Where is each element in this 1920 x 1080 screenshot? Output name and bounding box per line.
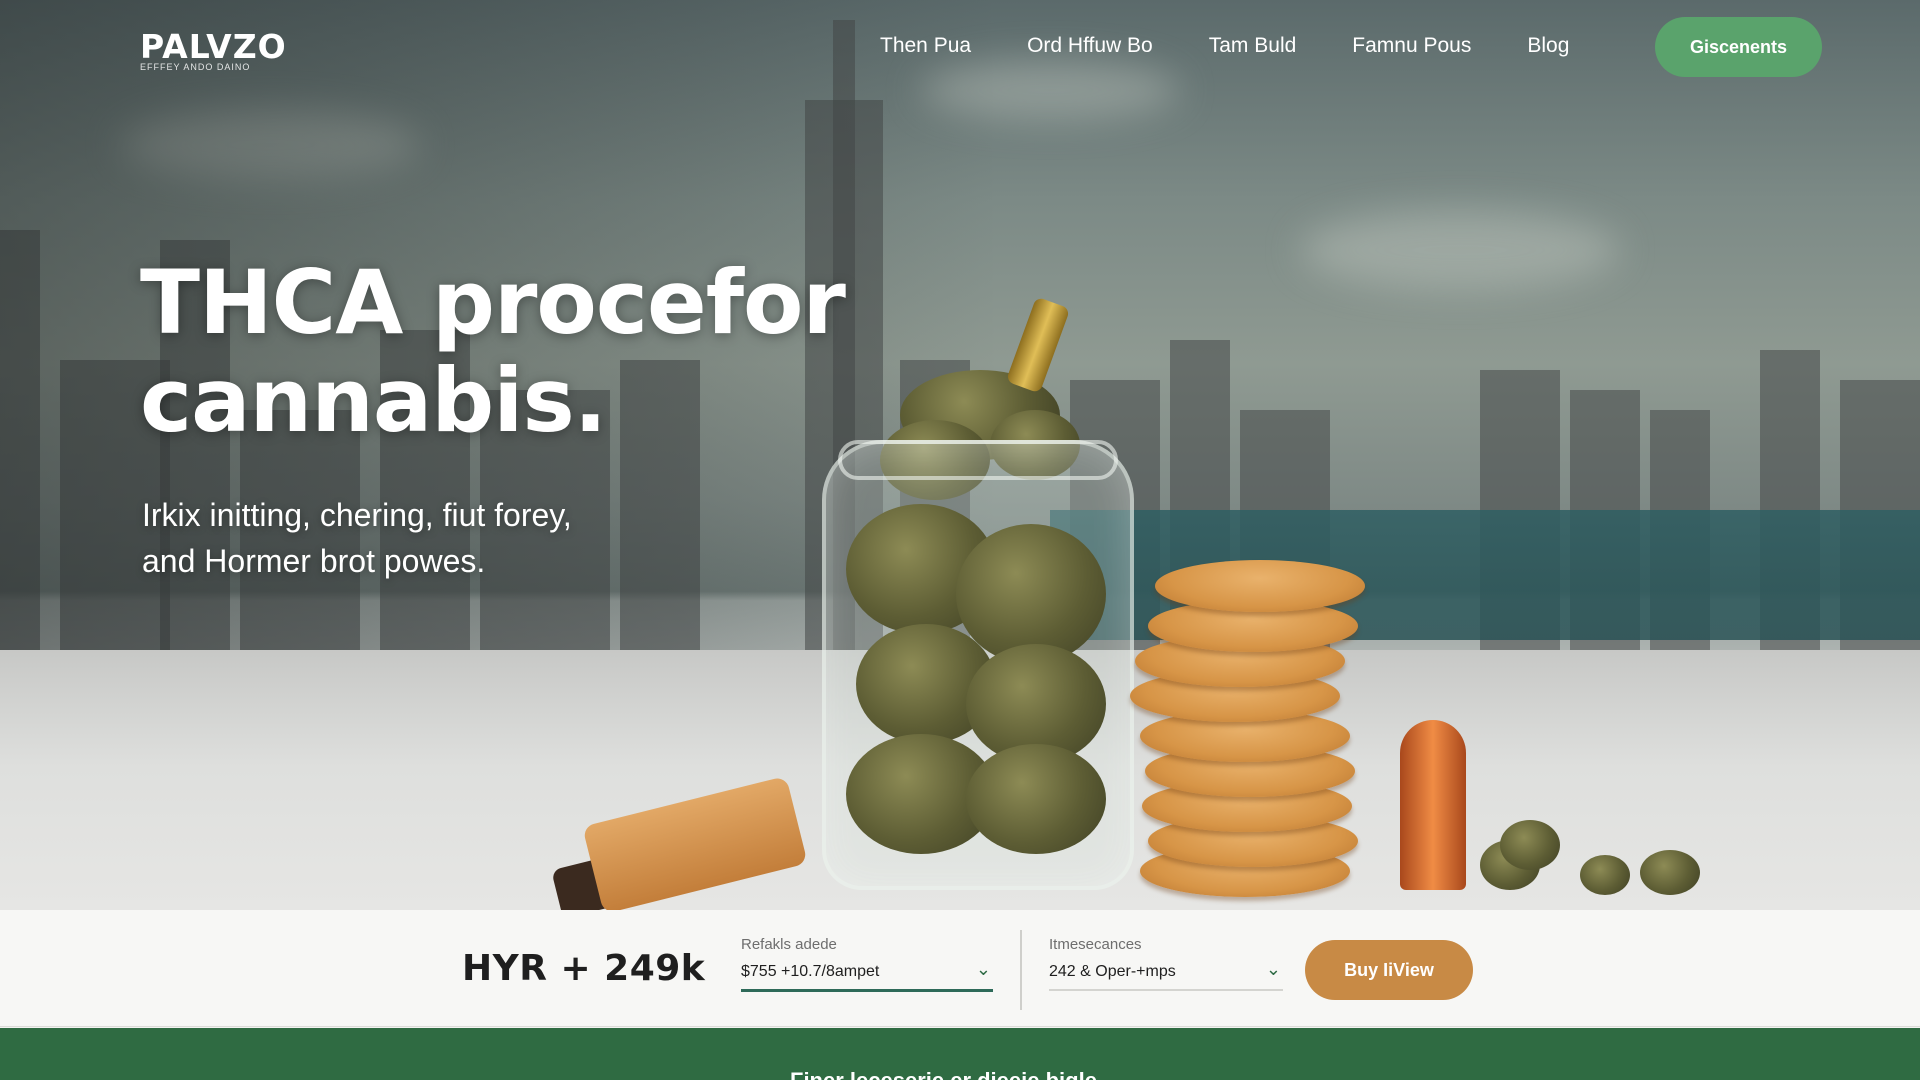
hero-title-line1: THCA procefor [140,251,846,354]
hero-title: THCA procefor cannabis. [140,254,1040,450]
option-select-1-label: Refakls adede [741,936,837,953]
field-divider [1020,930,1022,1010]
nav-link-3[interactable]: Tam Buld [1209,32,1297,60]
hero-subtitle-line2: and Hormer brot powes. [142,543,486,579]
logo-wordmark: PALVZO [140,27,287,66]
nav-links: Then Pua Ord Hffuw Bo Tam Buld Famnu Pou… [880,32,1569,60]
nav-link-1[interactable]: Then Pua [880,32,971,60]
option-select-2[interactable]: Itmesecances 242 & Oper-+mps ⌄ [1049,936,1283,991]
footer-banner: Finer leceserie er dieeie bigle [0,1028,1920,1080]
nav-link-blog[interactable]: Blog [1527,32,1569,60]
chevron-down-icon[interactable]: ⌄ [1266,959,1281,980]
buy-button[interactable]: Buy IiView [1305,940,1473,1000]
option-select-2-text: 242 & Oper-+mps [1049,963,1176,980]
cookie-stack-image [1155,560,1365,612]
orange-cartridge-image [1400,720,1466,890]
footer-banner-text: Finer leceserie er dieeie bigle [790,1068,1097,1080]
option-select-2-value[interactable]: 242 & Oper-+mps ⌄ [1049,959,1283,991]
product-jar-image [822,440,1134,890]
nav-link-4[interactable]: Famnu Pous [1352,32,1471,60]
option-select-2-label: Itmesecances [1049,936,1142,953]
chevron-down-icon[interactable]: ⌄ [976,959,991,980]
hero-title-line2: cannabis. [140,349,607,452]
top-nav: PALVZO EFFFEY ANDO DAINO Then Pua Ord Hf… [0,0,1920,92]
hero-background [0,0,1920,910]
logo-tagline: EFFFEY ANDO DAINO [140,62,251,72]
option-select-1-value[interactable]: $755 +10.7/8ampet ⌄ [741,959,993,992]
hero-subtitle: Irkix initting, chering, fiut forey, and… [142,492,842,584]
nav-cta-button[interactable]: Giscenents [1655,17,1822,77]
nav-link-2[interactable]: Ord Hffuw Bo [1027,32,1153,60]
purchase-bar: HYR + 249k Refakls adede $755 +10.7/8amp… [0,910,1920,1027]
hero-subtitle-line1: Irkix initting, chering, fiut forey, [142,497,572,533]
option-select-1-text: $755 +10.7/8ampet [741,963,880,980]
price-display: HYR + 249k [462,948,706,989]
brand-logo[interactable]: PALVZO EFFFEY ANDO DAINO [140,27,287,73]
option-select-1[interactable]: Refakls adede $755 +10.7/8ampet ⌄ [741,936,993,992]
